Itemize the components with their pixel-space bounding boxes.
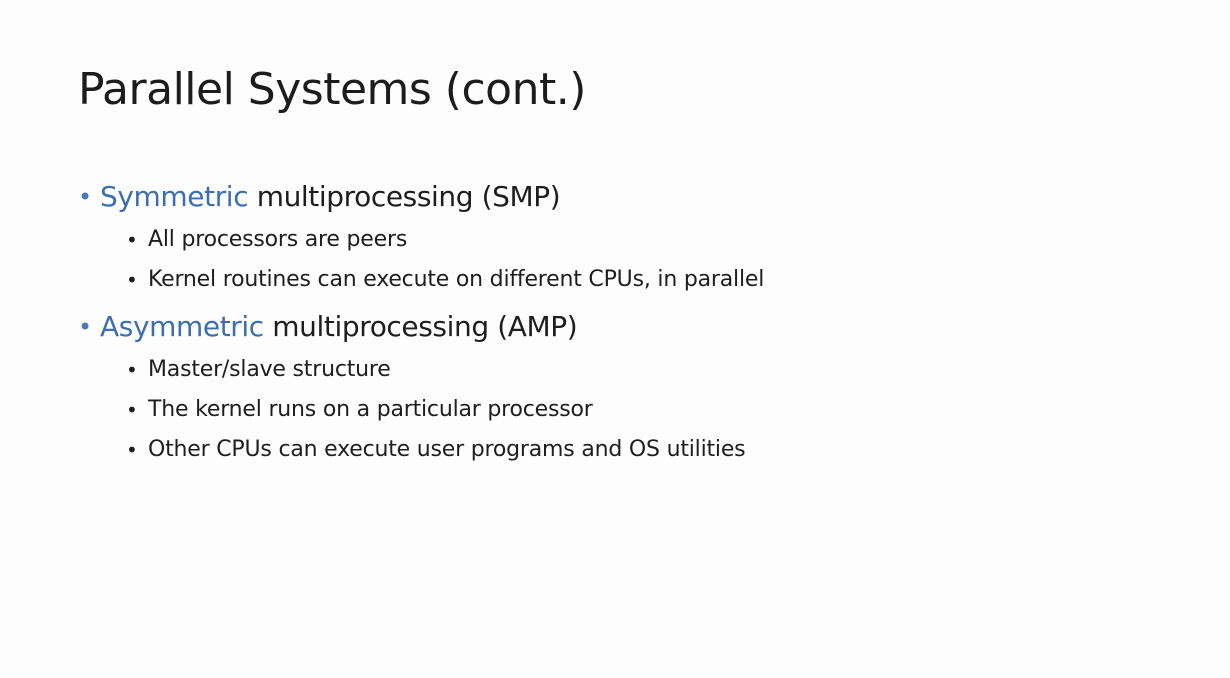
sub-bullet-dot-icon: • (126, 228, 138, 252)
sub-bullet-text: Master/slave structure (148, 357, 391, 382)
bullet-list: • Symmetric multiprocessing (SMP) • All … (78, 174, 1178, 470)
sub-bullet-text: Other CPUs can execute user programs and… (148, 437, 746, 462)
sub-bullet-text: All processors are peers (148, 227, 408, 252)
bullet-item-amp: • Asymmetric multiprocessing (AMP) • Mas… (78, 304, 1178, 470)
bullet-highlight: Asymmetric (100, 310, 264, 343)
sub-bullet-item: • Other CPUs can execute user programs a… (126, 430, 1178, 470)
sub-bullet-text: The kernel runs on a particular processo… (148, 397, 593, 422)
slide-title: Parallel Systems (cont.) (78, 64, 586, 115)
sub-bullet-item: • All processors are peers (126, 220, 1178, 260)
sub-bullet-item: • Kernel routines can execute on differe… (126, 260, 1178, 300)
sub-bullet-text: Kernel routines can execute on different… (148, 267, 765, 292)
sub-bullet-list: • Master/slave structure • The kernel ru… (126, 350, 1178, 470)
bullet-item-smp: • Symmetric multiprocessing (SMP) • All … (78, 174, 1178, 300)
sub-bullet-dot-icon: • (126, 358, 138, 382)
bullet-dot-icon: • (78, 313, 92, 341)
sub-bullet-dot-icon: • (126, 398, 138, 422)
sub-bullet-item: • The kernel runs on a particular proces… (126, 390, 1178, 430)
bullet-dot-icon: • (78, 183, 92, 211)
sub-bullet-item: • Master/slave structure (126, 350, 1178, 390)
sub-bullet-list: • All processors are peers • Kernel rout… (126, 220, 1178, 300)
sub-bullet-dot-icon: • (126, 268, 138, 292)
bullet-text: multiprocessing (SMP) (248, 180, 561, 213)
bullet-text: multiprocessing (AMP) (263, 310, 578, 343)
bullet-highlight: Symmetric (100, 180, 249, 213)
slide: Parallel Systems (cont.) • Symmetric mul… (0, 0, 1230, 678)
sub-bullet-dot-icon: • (126, 438, 138, 462)
